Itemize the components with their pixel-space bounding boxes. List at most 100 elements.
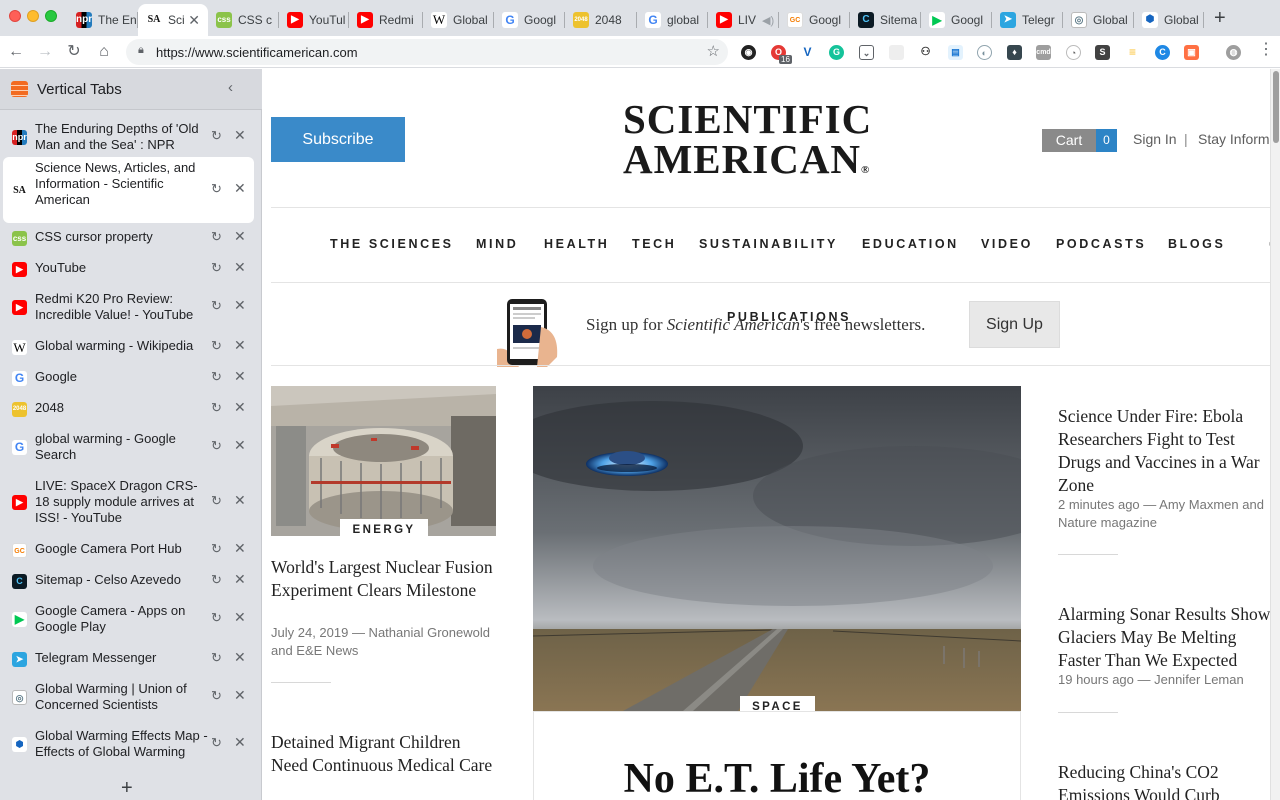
sidebar-tab-item[interactable]: C Sitemap - Celso Azevedo ↻ ✕ [3, 571, 254, 590]
sidebar-tab-item[interactable]: ◎ Global Warming | Union of Concerned Sci… [3, 681, 254, 713]
forward-arrow-icon[interactable]: → [33, 40, 57, 64]
reload-tab-icon[interactable]: ↻ [211, 369, 222, 385]
browser-tab[interactable]: W Global [423, 4, 494, 36]
audio-playing-icon[interactable]: ◀) [762, 14, 774, 27]
reload-tab-icon[interactable]: ↻ [211, 688, 222, 704]
list-extension-icon[interactable]: ≡ [1125, 45, 1140, 60]
cart-button[interactable]: Cart 0 [1042, 129, 1117, 152]
article-title[interactable]: Detained Migrant Children Need Continuou… [271, 731, 496, 777]
users-extension-icon[interactable]: ⚇ [918, 45, 933, 60]
more-menu-icon[interactable]: ⋮ [1258, 42, 1274, 58]
browser-tab[interactable]: ➤ Telegr [992, 4, 1063, 36]
reload-tab-icon[interactable]: ↻ [211, 400, 222, 416]
reload-tab-icon[interactable]: ↻ [211, 128, 222, 144]
browser-tab[interactable]: ◎ Global [1063, 4, 1134, 36]
minimize-window-button[interactable] [27, 10, 39, 22]
chromatic-extension-icon[interactable]: ◉ [741, 45, 756, 60]
scrollbar-thumb[interactable] [1273, 71, 1279, 143]
stay-informed-link[interactable]: Stay Inform [1198, 131, 1270, 147]
close-tab-icon[interactable]: ✕ [234, 492, 246, 509]
close-tab-icon[interactable]: ✕ [234, 571, 246, 588]
close-window-button[interactable] [9, 10, 21, 22]
fusion-reactor-image[interactable] [271, 386, 496, 536]
sign-in-link[interactable]: Sign In [1133, 131, 1177, 147]
browser-tab[interactable]: ▶ LIV ◀) [708, 4, 779, 36]
reload-tab-icon[interactable]: ↻ [211, 338, 222, 354]
browser-tab[interactable]: ▶ Redmi [349, 4, 423, 36]
sidebar-tab-item[interactable]: Gglobal warming - Google Search ↻ ✕ [3, 431, 254, 463]
blank-extension-icon[interactable] [889, 45, 904, 60]
close-tab-icon[interactable]: ✕ [234, 687, 246, 704]
docs-extension-icon[interactable]: ▤ [948, 45, 963, 60]
fullscreen-window-button[interactable] [45, 10, 57, 22]
close-tab-icon[interactable]: ✕ [234, 368, 246, 385]
close-tab-icon[interactable]: ✕ [234, 337, 246, 354]
reload-tab-icon[interactable]: ↻ [211, 541, 222, 557]
browser-tab[interactable]: ▶ YouTul [279, 4, 349, 36]
c-extension-icon[interactable]: C [1155, 45, 1170, 60]
nav-the-sciences[interactable]: THE SCIENCES [330, 237, 454, 251]
subscribe-button[interactable]: Subscribe [271, 117, 405, 162]
close-tab-icon[interactable]: ✕ [234, 127, 246, 144]
sidebar-tab-item[interactable]: G Google ↻ ✕ [3, 368, 254, 387]
reload-tab-icon[interactable]: ↻ [211, 438, 222, 454]
home-icon[interactable]: ⌂ [92, 40, 116, 64]
reload-tab-icon[interactable]: ↻ [211, 229, 222, 245]
reload-tab-icon[interactable]: ↻ [211, 572, 222, 588]
reload-icon[interactable]: ↻ [62, 40, 86, 64]
close-tab-icon[interactable]: ✕ [234, 734, 246, 751]
reload-tab-icon[interactable]: ↻ [211, 650, 222, 666]
close-tab-icon[interactable]: ✕ [234, 437, 246, 454]
sidebar-tab-item[interactable]: ▶ Google Camera - Apps on Google Play ↻ ✕ [3, 603, 254, 635]
nav-health[interactable]: HEALTH [544, 237, 609, 251]
reload-tab-icon[interactable]: ↻ [211, 181, 222, 197]
browser-tab[interactable]: ▶ Googl [921, 4, 992, 36]
category-tag-energy[interactable]: ENERGY [340, 519, 428, 541]
close-tab-icon[interactable]: ✕ [234, 180, 246, 197]
vimeo-extension-icon[interactable]: V [800, 45, 815, 60]
nav-video[interactable]: VIDEO [981, 237, 1033, 251]
sidebar-tab-item[interactable]: GC Google Camera Port Hub ↻ ✕ [3, 540, 254, 559]
sidebar-tab-item[interactable]: ⬢ Global Warming Effects Map - Effects of… [3, 728, 254, 760]
s-extension-icon[interactable]: S [1095, 45, 1110, 60]
shield-extension-icon[interactable]: ♦ [1007, 45, 1022, 60]
disc-extension-icon[interactable]: ◐ [977, 45, 992, 60]
article-title[interactable]: Science Under Fire: Ebola Researchers Fi… [1058, 405, 1270, 497]
bookmark-star-icon[interactable]: ☆ [707, 42, 720, 60]
browser-tab[interactable]: 2048 2048 [565, 4, 637, 36]
sidebar-tab-item[interactable]: SA Science News, Articles, and Informatio… [3, 157, 254, 223]
close-tab-icon[interactable]: ✕ [234, 649, 246, 666]
close-tab-icon[interactable]: ✕ [234, 399, 246, 416]
rss-extension-icon[interactable]: ▣ [1184, 45, 1199, 60]
reload-tab-icon[interactable]: ↻ [211, 735, 222, 751]
nav-mind[interactable]: MIND [476, 237, 518, 251]
page-scrollbar[interactable] [1270, 69, 1280, 800]
timer-extension-icon[interactable]: ◔ [1066, 45, 1081, 60]
sidebar-tab-item[interactable]: css CSS cursor property ↻ ✕ [3, 228, 254, 247]
category-tag-space[interactable]: SPACE [740, 696, 815, 718]
nav-education[interactable]: EDUCATION [862, 237, 959, 251]
nav-podcasts[interactable]: PODCASTS [1056, 237, 1146, 251]
reload-tab-icon[interactable]: ↻ [211, 610, 222, 626]
reload-tab-icon[interactable]: ↻ [211, 298, 222, 314]
nav-tech[interactable]: TECH [632, 237, 676, 251]
reload-tab-icon[interactable]: ↻ [211, 493, 222, 509]
browser-tab[interactable]: css CSS c [208, 4, 279, 36]
article-title[interactable]: World's Largest Nuclear Fusion Experimen… [271, 556, 496, 602]
sidebar-tab-item[interactable]: npr The Enduring Depths of 'Old Man and t… [3, 121, 254, 153]
browser-tab[interactable]: GC Googl [779, 4, 850, 36]
pocket-extension-icon[interactable]: ⌄ [859, 45, 874, 60]
profile-avatar[interactable]: ◍ [1226, 45, 1241, 60]
site-logo[interactable]: SCIENTIFIC AMERICAN® [623, 99, 923, 190]
browser-tab[interactable]: G Googl [494, 4, 565, 36]
browser-tab-active[interactable]: SA Sci ✕ [138, 4, 208, 36]
new-tab-button[interactable]: + [1214, 7, 1226, 30]
sidebar-tab-item[interactable]: ➤ Telegram Messenger ↻ ✕ [3, 649, 254, 668]
address-bar[interactable]: 🔒︎ https://www.scientificamerican.com ☆ [126, 39, 728, 65]
sidebar-tab-item[interactable]: 2048 2048 ↻ ✕ [3, 399, 254, 418]
grammarly-extension-icon[interactable]: G [829, 45, 844, 60]
browser-tab[interactable]: npr The En [68, 4, 138, 36]
browser-tab[interactable]: ⬢ Global [1134, 4, 1204, 36]
browser-tab[interactable]: C Sitema [850, 4, 921, 36]
sidebar-tab-item[interactable]: ▶ YouTube ↻ ✕ [3, 259, 254, 278]
